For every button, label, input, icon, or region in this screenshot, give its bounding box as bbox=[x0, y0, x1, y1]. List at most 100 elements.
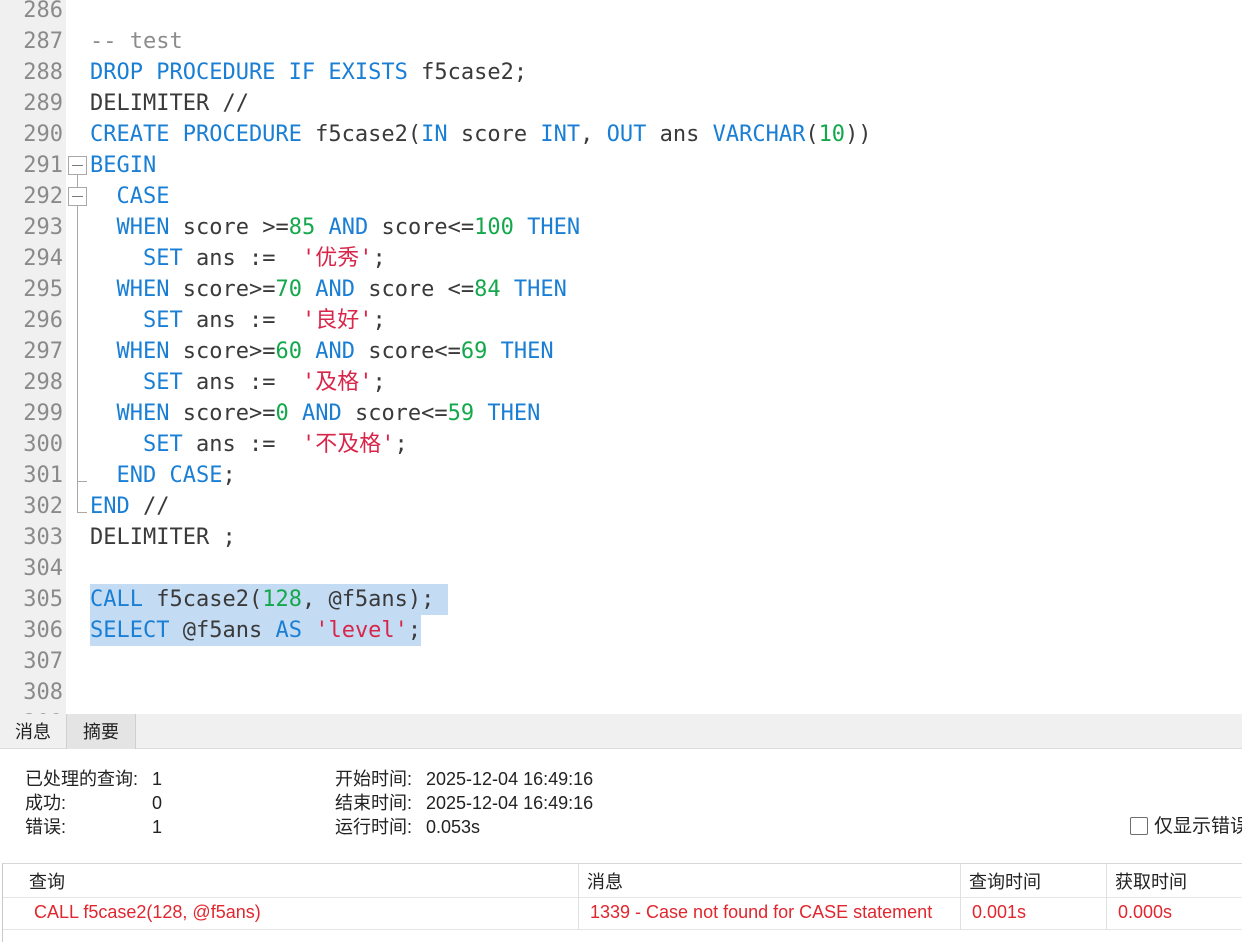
code-line[interactable]: 294 SET ans := '优秀'; bbox=[0, 243, 1242, 274]
code-line[interactable]: 297 WHEN score>=60 AND score<=69 THEN bbox=[0, 336, 1242, 367]
tab-messages[interactable]: 消息 bbox=[0, 714, 66, 749]
code-text[interactable]: WHEN score>=70 AND score <=84 THEN bbox=[90, 274, 567, 305]
code-line[interactable]: 307 bbox=[0, 646, 1242, 677]
line-number: 307 bbox=[23, 649, 63, 674]
code-token: SET bbox=[142, 432, 183, 457]
code-line[interactable]: 308 bbox=[0, 677, 1242, 708]
code-token: 100 bbox=[474, 215, 514, 240]
code-line[interactable]: 298 SET ans := '及格'; bbox=[0, 367, 1242, 398]
code-line[interactable]: 303 DELIMITER ; bbox=[0, 522, 1242, 553]
line-number: 293 bbox=[23, 215, 63, 240]
code-token: SET bbox=[142, 308, 183, 333]
code-text[interactable]: SET ans := '良好'; bbox=[90, 305, 386, 336]
code-token: 69 bbox=[460, 339, 488, 364]
column-header-message[interactable]: 消息 bbox=[579, 864, 960, 897]
row-fetch-time-cell[interactable]: 0.000s bbox=[1118, 898, 1172, 929]
code-token: 10 bbox=[818, 122, 846, 147]
code-line[interactable]: 300 SET ans := '不及格'; bbox=[0, 429, 1242, 460]
code-line[interactable]: 296 SET ans := '良好'; bbox=[0, 305, 1242, 336]
code-text[interactable]: DELIMITER ; bbox=[90, 522, 236, 553]
code-token: IN bbox=[421, 122, 448, 147]
code-line[interactable]: 295 WHEN score>=70 AND score <=84 THEN bbox=[0, 274, 1242, 305]
code-line[interactable]: 299 WHEN score>=0 AND score<=59 THEN bbox=[0, 398, 1242, 429]
run-time-value: 0.053s bbox=[426, 817, 481, 837]
fold-toggle-icon[interactable] bbox=[68, 156, 87, 175]
row-query-cell[interactable]: CALL f5case2(128, @f5ans) bbox=[34, 898, 261, 929]
code-text[interactable]: WHEN score >=85 AND score<=100 THEN bbox=[90, 212, 581, 243]
code-text[interactable]: SET ans := '及格'; bbox=[90, 367, 386, 398]
tab-summary[interactable]: 摘要 bbox=[66, 714, 136, 749]
line-number: 301 bbox=[23, 463, 63, 488]
code-token: INT bbox=[540, 122, 581, 147]
code-token: END bbox=[90, 494, 130, 519]
code-line[interactable]: 306 SELECT @f5ans AS 'level'; bbox=[0, 615, 1242, 646]
line-number: 289 bbox=[23, 91, 63, 116]
code-text[interactable]: SET ans := '不及格'; bbox=[90, 429, 408, 460]
code-token: ; bbox=[372, 308, 386, 333]
code-line[interactable]: 287 -- test bbox=[0, 26, 1242, 57]
code-line[interactable]: 293 WHEN score >=85 AND score<=100 THEN bbox=[0, 212, 1242, 243]
code-token: SET bbox=[142, 246, 183, 271]
code-line[interactable]: 291 BEGIN bbox=[0, 150, 1242, 181]
code-text[interactable]: END CASE; bbox=[90, 460, 236, 491]
code-text[interactable]: SET ans := '优秀'; bbox=[90, 243, 386, 274]
result-tab-bar: 消息 摘要 bbox=[0, 714, 1242, 749]
code-line[interactable]: 286 bbox=[0, 0, 1242, 26]
line-number: 292 bbox=[23, 184, 63, 209]
code-token: SELECT bbox=[90, 618, 170, 643]
code-text[interactable]: SELECT @f5ans AS 'level'; bbox=[90, 615, 422, 646]
code-line[interactable]: 290 CREATE PROCEDURE f5case2(IN score INT… bbox=[0, 119, 1242, 150]
code-line[interactable]: 305 CALL f5case2(128, @f5ans); bbox=[0, 584, 1242, 615]
code-line[interactable]: 292 CASE bbox=[0, 181, 1242, 212]
row-message-cell[interactable]: 1339 - Case not found for CASE statement bbox=[590, 898, 932, 929]
fold-toggle-icon[interactable] bbox=[68, 187, 87, 206]
code-token: @f5ans bbox=[169, 618, 276, 643]
line-number: 294 bbox=[23, 246, 63, 271]
code-text[interactable]: CREATE PROCEDURE f5case2(IN score INT, O… bbox=[90, 119, 872, 150]
code-token: SET bbox=[142, 370, 183, 395]
code-text[interactable]: CASE bbox=[90, 181, 170, 212]
sql-editor[interactable]: 286 287 -- test 288 DROP PROCEDURE IF EXISTS… bbox=[0, 0, 1242, 714]
code-token: AND bbox=[315, 277, 355, 302]
code-line[interactable]: 288 DROP PROCEDURE IF EXISTS f5case2; bbox=[0, 57, 1242, 88]
column-header-fetch-time[interactable]: 获取时间 bbox=[1107, 864, 1242, 897]
code-text[interactable]: DROP PROCEDURE IF EXISTS f5case2; bbox=[90, 57, 527, 88]
error-value: 1 bbox=[152, 817, 163, 837]
code-token: ; bbox=[407, 618, 422, 643]
code-text[interactable]: BEGIN bbox=[90, 150, 156, 181]
line-number: 287 bbox=[23, 29, 63, 54]
code-token: 59 bbox=[447, 401, 475, 426]
code-line[interactable]: 289 DELIMITER // bbox=[0, 88, 1242, 119]
code-token: score<= bbox=[368, 215, 475, 240]
code-token: , bbox=[580, 122, 607, 147]
code-line[interactable]: 304 bbox=[0, 553, 1242, 584]
run-time-label: 运行时间: bbox=[335, 817, 413, 837]
row-query-time-cell[interactable]: 0.001s bbox=[972, 898, 1026, 929]
line-number: 308 bbox=[23, 680, 63, 705]
code-text[interactable]: END // bbox=[90, 491, 170, 522]
code-token: 70 bbox=[275, 277, 302, 302]
line-number: 291 bbox=[23, 153, 63, 178]
column-header-query[interactable]: 查询 bbox=[3, 864, 578, 897]
column-header-query-time[interactable]: 查询时间 bbox=[961, 864, 1106, 897]
code-token: score<= bbox=[354, 339, 461, 364]
code-text[interactable]: CALL f5case2(128, @f5ans); bbox=[90, 584, 448, 615]
code-token: THEN bbox=[487, 401, 541, 426]
code-text[interactable]: WHEN score>=0 AND score<=59 THEN bbox=[90, 398, 541, 429]
show-errors-only-label: 仅显示错误 bbox=[1154, 816, 1242, 837]
code-token: '不及格' bbox=[301, 432, 395, 457]
line-number: 305 bbox=[23, 587, 63, 612]
code-text[interactable]: WHEN score>=60 AND score<=69 THEN bbox=[90, 336, 554, 367]
code-text[interactable]: -- test bbox=[90, 26, 183, 57]
code-token: THEN bbox=[500, 339, 554, 364]
code-line[interactable]: 301 END CASE; bbox=[0, 460, 1242, 491]
code-text[interactable]: DELIMITER // bbox=[90, 88, 249, 119]
show-errors-only-checkbox[interactable] bbox=[1130, 817, 1148, 835]
code-line[interactable]: 302 END // bbox=[0, 491, 1242, 522]
